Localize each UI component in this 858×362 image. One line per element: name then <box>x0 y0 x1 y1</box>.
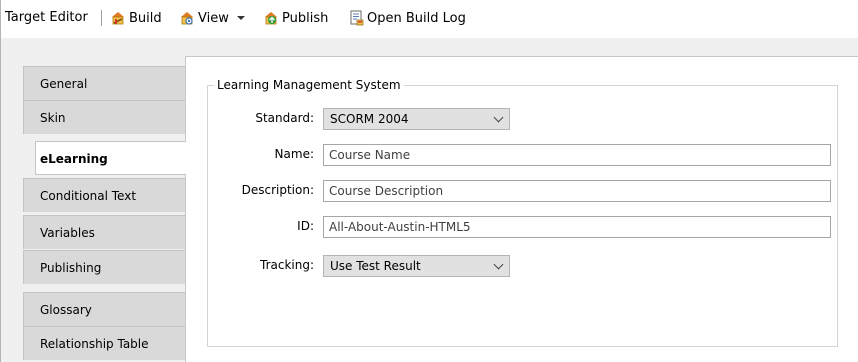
toolbar-separator <box>101 10 102 26</box>
id-field[interactable]: All-About-Austin-HTML5 <box>323 216 831 238</box>
standard-value: SCORM 2004 <box>330 112 409 126</box>
publish-label: Publish <box>282 10 329 26</box>
toolbar: Target Editor Build View Publish Open Bu… <box>0 0 858 38</box>
tab-relationship-table[interactable]: Relationship Table <box>23 326 185 360</box>
tab-label: eLearning <box>40 152 108 166</box>
id-value: All-About-Austin-HTML5 <box>329 220 471 234</box>
id-label: ID: <box>297 219 314 233</box>
tracking-select[interactable]: Use Test Result <box>323 255 510 277</box>
tab-conditional-text[interactable]: Conditional Text <box>23 178 185 212</box>
view-button[interactable]: View <box>179 8 245 28</box>
view-dropdown-caret-icon[interactable] <box>236 16 245 20</box>
tab-glossary[interactable]: Glossary <box>23 292 185 326</box>
standard-label: Standard: <box>255 111 314 125</box>
name-placeholder: Course Name <box>329 148 411 162</box>
tab-label: Conditional Text <box>40 189 137 203</box>
description-field[interactable]: Course Description <box>323 180 831 202</box>
tab-label: Glossary <box>40 303 92 317</box>
build-icon <box>110 10 126 26</box>
chevron-down-icon <box>493 112 504 123</box>
tab-elearning[interactable]: eLearning <box>35 141 186 175</box>
tab-label: General <box>40 77 88 91</box>
open-build-log-label: Open Build Log <box>367 10 466 26</box>
tab-label: Publishing <box>40 261 102 275</box>
publish-button[interactable]: Publish <box>263 8 328 28</box>
name-label: Name: <box>274 147 314 161</box>
description-placeholder: Course Description <box>329 184 444 198</box>
standard-select[interactable]: SCORM 2004 <box>323 108 510 130</box>
build-label: Build <box>129 10 162 26</box>
tracking-value: Use Test Result <box>330 259 421 273</box>
tab-publishing[interactable]: Publishing <box>23 250 185 284</box>
view-icon <box>179 10 195 26</box>
chevron-down-icon <box>493 259 504 270</box>
tab-general[interactable]: General <box>23 66 185 100</box>
tab-skin[interactable]: Skin <box>23 100 185 134</box>
tab-label: Skin <box>40 111 66 125</box>
tab-label: Variables <box>40 226 95 240</box>
tracking-label: Tracking: <box>260 258 314 272</box>
name-field[interactable]: Course Name <box>323 144 831 166</box>
tab-variables[interactable]: Variables <box>23 215 185 249</box>
tab-label: Relationship Table <box>40 337 149 351</box>
open-build-log-button[interactable]: Open Build Log <box>348 8 466 28</box>
build-log-icon <box>348 10 364 26</box>
build-button[interactable]: Build <box>110 8 162 28</box>
description-label: Description: <box>241 183 314 197</box>
lms-group-title: Learning Management System <box>214 78 404 92</box>
toolbar-title: Target Editor <box>5 10 88 25</box>
view-label: View <box>198 10 229 26</box>
publish-icon <box>263 10 279 26</box>
